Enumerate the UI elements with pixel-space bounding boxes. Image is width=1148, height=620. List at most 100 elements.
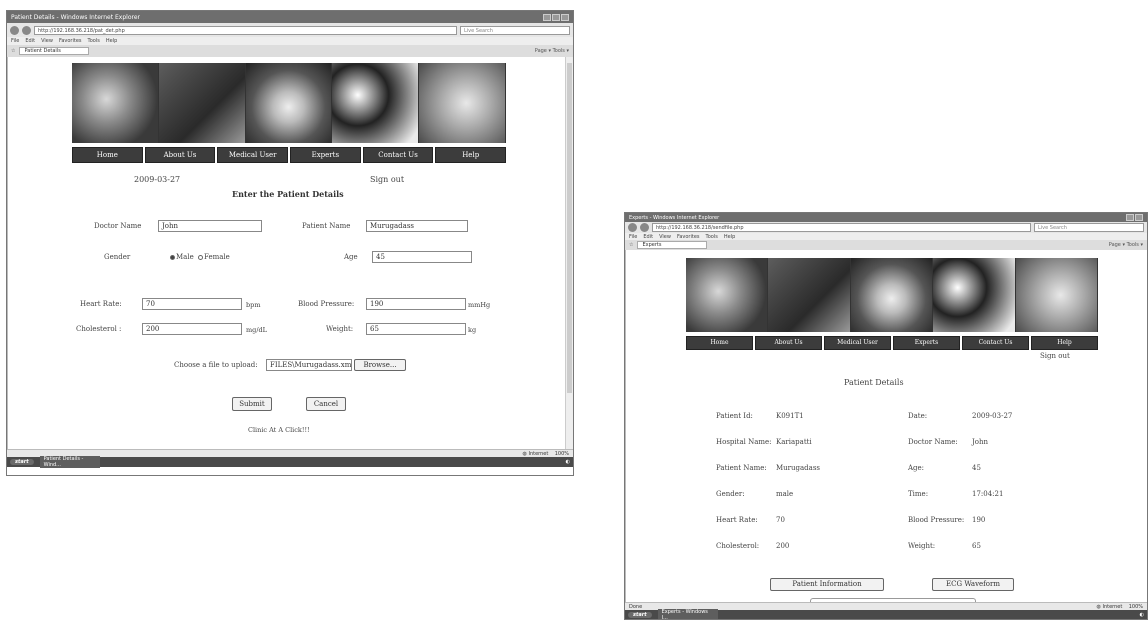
cholesterol-input[interactable]: 200 — [142, 323, 242, 335]
security-zone: Internet — [528, 450, 549, 457]
cancel-button[interactable]: Cancel — [306, 397, 346, 411]
gender-label: Gender — [104, 253, 131, 261]
patient-name-input[interactable]: Murugadass — [366, 220, 468, 232]
nav-help[interactable]: Help — [435, 147, 507, 163]
tab-bar: ☆ Experts Page ▾ Tools ▾ — [625, 240, 1147, 250]
header-banner — [72, 63, 506, 143]
nav-medical-user[interactable]: Medical User — [824, 336, 891, 350]
url-input[interactable]: http://192.168.36.218/sendfile.php — [652, 223, 1031, 232]
minimize-icon[interactable] — [1126, 214, 1134, 221]
heart-image — [72, 63, 159, 143]
nav-medical-user[interactable]: Medical User — [217, 147, 289, 163]
close-icon[interactable] — [1135, 214, 1143, 221]
file-path-input[interactable]: FILES\Murugadass.xml — [266, 359, 352, 371]
detail-label: Gender: — [716, 490, 745, 498]
start-button[interactable]: start — [10, 459, 34, 465]
tab-experts[interactable]: Experts — [637, 241, 708, 249]
nav-home[interactable]: Home — [686, 336, 753, 350]
blood-pressure-unit: mmHg — [468, 301, 491, 309]
main-nav: Home About Us Medical User Experts Conta… — [686, 336, 1098, 350]
detail-value: 17:04:21 — [972, 490, 1004, 498]
sign-out-link[interactable]: Sign out — [1040, 352, 1070, 360]
toolbar-commands[interactable]: Page ▾ Tools ▾ — [1109, 242, 1143, 248]
globe-icon: ◍ — [522, 450, 527, 457]
doctor-name-label: Doctor Name — [94, 222, 142, 230]
submit-button[interactable]: Submit — [232, 397, 272, 411]
close-icon[interactable] — [561, 13, 569, 21]
security-zone: Internet — [1102, 603, 1123, 610]
heart-rate-unit: bpm — [246, 301, 261, 309]
current-date: 2009-03-27 — [134, 175, 181, 184]
menu-tools[interactable]: Tools — [88, 38, 100, 44]
nav-contact-us[interactable]: Contact Us — [962, 336, 1029, 350]
nav-about-us[interactable]: About Us — [755, 336, 822, 350]
detail-label: Patient Id: — [716, 412, 753, 420]
menu-tools[interactable]: Tools — [706, 234, 718, 240]
patient-information-button[interactable]: Patient Information — [770, 578, 884, 591]
page-content: Home About Us Medical User Experts Conta… — [625, 250, 1147, 602]
blood-pressure-input[interactable]: 190 — [366, 298, 466, 310]
nav-experts[interactable]: Experts — [893, 336, 960, 350]
browse-button[interactable]: Browse... — [354, 359, 406, 371]
footer-tagline: Clinic At A Click!!! — [248, 426, 310, 434]
heart-rate-input[interactable]: 70 — [142, 298, 242, 310]
minimize-icon[interactable] — [543, 13, 551, 21]
toolbar-commands[interactable]: Page ▾ Tools ▾ — [535, 48, 569, 54]
menu-file[interactable]: File — [11, 38, 19, 44]
taskbar: start Experts - Windows I... ◐ — [625, 608, 1147, 619]
nav-contact-us[interactable]: Contact Us — [362, 147, 434, 163]
zoom-level[interactable]: 100% — [1129, 604, 1143, 610]
weight-input[interactable]: 65 — [366, 323, 466, 335]
zoom-level[interactable]: 100% — [555, 451, 569, 457]
heart-image — [686, 258, 769, 332]
doctor-name-input[interactable]: John — [158, 220, 262, 232]
age-input[interactable]: 45 — [372, 251, 472, 263]
back-icon[interactable] — [628, 223, 637, 232]
nav-experts[interactable]: Experts — [290, 147, 361, 163]
forward-icon[interactable] — [22, 25, 31, 35]
title-bar: Experts - Windows Internet Explorer — [625, 213, 1147, 222]
menu-edit[interactable]: Edit — [25, 38, 35, 44]
sign-out-link[interactable]: Sign out — [370, 175, 404, 184]
status-text: Done — [629, 603, 643, 610]
ecg-waveform-button[interactable]: ECG Waveform — [932, 578, 1014, 591]
detail-value: 190 — [972, 516, 986, 524]
nav-home[interactable]: Home — [72, 147, 143, 163]
menu-file[interactable]: File — [629, 234, 637, 240]
menu-help[interactable]: Help — [106, 38, 117, 44]
menu-favorites[interactable]: Favorites — [677, 234, 700, 240]
url-input[interactable]: http://192.168.36.218/pat_det.php — [34, 25, 457, 35]
main-nav: Home About Us Medical User Experts Conta… — [72, 147, 507, 163]
search-input[interactable]: Live Search — [1034, 223, 1144, 232]
female-radio[interactable] — [197, 254, 203, 260]
menu-edit[interactable]: Edit — [643, 234, 653, 240]
stethoscope-image — [768, 258, 851, 332]
male-radio[interactable] — [170, 254, 175, 260]
menu-view[interactable]: View — [41, 38, 53, 44]
tab-patient-details[interactable]: Patient Details — [19, 47, 90, 55]
favorites-star-icon[interactable]: ☆ — [629, 242, 633, 248]
nav-about-us[interactable]: About Us — [144, 147, 216, 163]
favorites-star-icon[interactable]: ☆ — [11, 48, 15, 54]
menu-view[interactable]: View — [659, 234, 671, 240]
taskbar: start Patient Details - Wind... ◐ — [7, 456, 573, 468]
scrollbar-thumb[interactable] — [567, 63, 572, 393]
detail-label: Blood Pressure: — [908, 516, 965, 524]
start-button[interactable]: start — [628, 611, 652, 618]
maximize-icon[interactable] — [552, 13, 560, 21]
window-title: Patient Details - Windows Internet Explo… — [11, 13, 140, 21]
forward-icon[interactable] — [640, 223, 649, 232]
title-bar: Patient Details - Windows Internet Explo… — [7, 11, 573, 23]
taskbar-item[interactable]: Experts - Windows I... — [657, 608, 718, 619]
vials-image — [850, 258, 934, 332]
back-icon[interactable] — [10, 25, 19, 35]
menu-help[interactable]: Help — [724, 234, 735, 240]
vertical-scrollbar[interactable] — [565, 57, 573, 449]
menu-favorites[interactable]: Favorites — [59, 38, 82, 44]
detail-label: Heart Rate: — [716, 516, 758, 524]
nav-help[interactable]: Help — [1031, 336, 1098, 350]
search-input[interactable]: Live Search — [460, 25, 570, 35]
gender-radio-group: Male Female — [168, 253, 230, 261]
detail-label: Date: — [908, 412, 928, 420]
taskbar-item[interactable]: Patient Details - Wind... — [39, 456, 100, 468]
